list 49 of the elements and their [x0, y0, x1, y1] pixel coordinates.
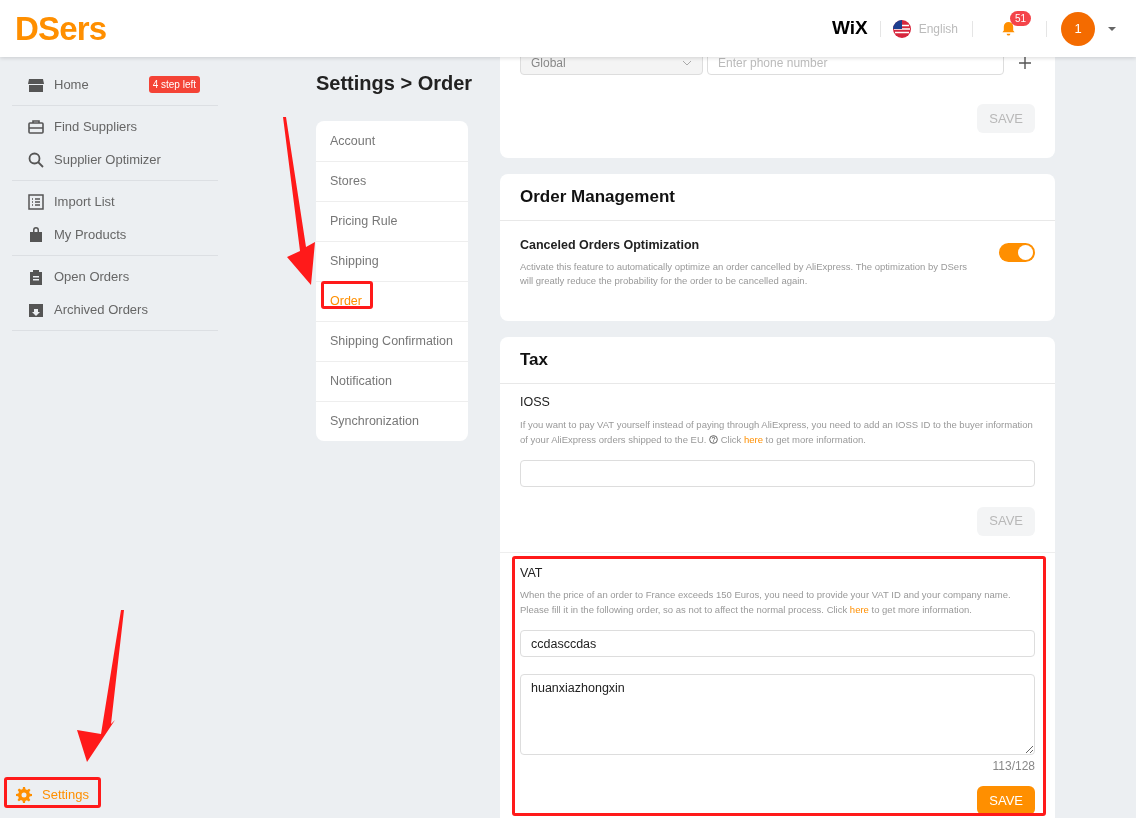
flag-icon — [892, 19, 911, 38]
platform-logo: WiX — [831, 16, 868, 41]
avatar[interactable]: 1 — [1061, 11, 1095, 46]
sidebar-item[interactable]: My Products — [12, 218, 230, 251]
section-title: IOSS — [520, 393, 551, 411]
section-description: If you want to pay VAT yourself instead of paying through AliExpress, you need to add an IOSS ID to the buyer information of your AliExpress orders shipped to the EU. Click here to get more information. — [520, 417, 1034, 447]
list-icon — [28, 193, 44, 210]
section-description: When the price of an order to France exceeds 150 Euros, you need to provide your VAT ID and your company name. Please fill it in the following order, so as not to affect the normal process. Click here to get more information. — [520, 588, 1012, 618]
settings-menu-item[interactable]: Pricing Rule — [316, 201, 468, 241]
clipboard-icon — [28, 268, 44, 285]
sidebar-item[interactable]: Supplier Optimizer — [12, 143, 230, 176]
settings-menu-item[interactable]: Shipping Confirmation — [316, 321, 468, 361]
setting-title: Canceled Orders Optimization — [520, 237, 701, 254]
company-name-field[interactable]: huanxiazhongxin — [520, 674, 1035, 756]
steps-badge: 4 step left — [148, 76, 200, 93]
store-icon — [28, 76, 44, 93]
card-title: Order Management — [500, 174, 1055, 221]
country-select[interactable]: Global — [520, 57, 703, 75]
chevron-down-icon — [682, 59, 692, 66]
toggle-switch[interactable] — [999, 243, 1035, 262]
search-icon — [28, 151, 44, 168]
highlight-frame — [321, 281, 373, 309]
bag-icon — [28, 226, 44, 243]
settings-menu-item[interactable]: Account — [316, 121, 468, 161]
info-link[interactable]: here — [743, 433, 763, 445]
sidebar-item[interactable]: Home 4 step left — [12, 68, 230, 101]
phone-input[interactable]: Enter phone number — [707, 57, 1004, 75]
settings-menu-item[interactable]: Stores — [316, 161, 468, 201]
vat-id-input[interactable]: ccdasccdas — [520, 630, 1035, 658]
sidebar-item[interactable]: Open Orders — [12, 260, 230, 293]
card-title: Tax — [500, 336, 1055, 384]
character-counter: 113/128 — [991, 758, 1035, 776]
gear-icon — [16, 786, 32, 803]
plus-icon[interactable] — [1019, 57, 1031, 69]
caret-icon[interactable] — [1108, 26, 1116, 31]
sidebar-item[interactable]: Find Suppliers — [12, 110, 230, 143]
settings-menu-item[interactable]: Synchronization — [316, 401, 468, 441]
sidebar-item[interactable]: Import List — [12, 185, 230, 218]
archive-icon — [28, 301, 44, 318]
ioss-input[interactable] — [520, 459, 1035, 487]
sidebar-item[interactable]: Archived Orders — [12, 293, 230, 326]
briefcase-icon — [28, 118, 44, 135]
notification-count: 51 — [1010, 11, 1032, 26]
settings-menu-item[interactable]: Notification — [316, 361, 468, 401]
section-title: VAT — [520, 564, 544, 582]
settings-menu-item[interactable]: Shipping — [316, 241, 468, 281]
setting-description: Activate this feature to automatically optimize an order cancelled by AliExpress. The optimization by DSers will greatly reduce the probability for the order to be cancelled again. — [520, 259, 969, 288]
bell-icon[interactable] — [1001, 21, 1016, 36]
help-icon[interactable] — [709, 434, 719, 444]
